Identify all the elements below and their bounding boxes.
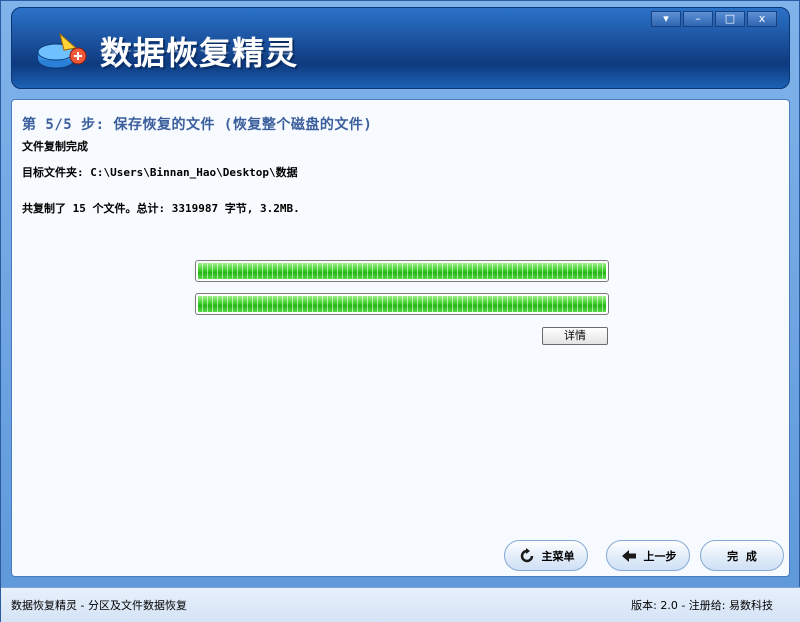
status-bar-version: 版本: 2.0 - 注册给: 易数科技 bbox=[631, 599, 773, 612]
previous-label: 上一步 bbox=[643, 549, 677, 563]
window-controls: ▾ – □ x bbox=[651, 11, 777, 27]
app-title-reflection: 数据恢复精灵 bbox=[100, 48, 298, 60]
progress-bar-overall bbox=[195, 293, 609, 315]
finish-label: 完 成 bbox=[727, 549, 757, 563]
status-text: 文件复制完成 bbox=[22, 140, 88, 153]
disk-recovery-logo-icon bbox=[37, 32, 87, 69]
previous-button[interactable]: 上一步 bbox=[606, 540, 690, 571]
main-panel: 第 5/5 步: 保存恢复的文件 (恢复整个磁盘的文件) 文件复制完成 目标文件… bbox=[11, 99, 790, 577]
progress-fill bbox=[198, 296, 606, 312]
maximize-button[interactable]: □ bbox=[715, 11, 745, 27]
close-button[interactable]: x bbox=[747, 11, 777, 27]
app-window: 数据恢复精灵 数据恢复精灵 ▾ – □ x 第 5/5 步: 保存恢复的文件 (… bbox=[0, 0, 800, 622]
finish-button[interactable]: 完 成 bbox=[700, 540, 784, 571]
main-menu-label: 主菜单 bbox=[541, 549, 575, 563]
summary-text: 共复制了 15 个文件。总计: 3319987 字节, 3.2MB. bbox=[22, 202, 300, 215]
minimize-button[interactable]: – bbox=[683, 11, 713, 27]
step-title: 第 5/5 步: 保存恢复的文件 (恢复整个磁盘的文件) bbox=[22, 117, 373, 133]
menu-dropdown-button[interactable]: ▾ bbox=[651, 11, 681, 27]
status-bar-app-info: 数据恢复精灵 - 分区及文件数据恢复 bbox=[11, 599, 187, 612]
refresh-icon bbox=[520, 547, 533, 562]
status-bar: 数据恢复精灵 - 分区及文件数据恢复 版本: 2.0 - 注册给: 易数科技 bbox=[1, 587, 800, 622]
target-folder-text: 目标文件夹: C:\Users\Binnan_Hao\Desktop\数据 bbox=[22, 166, 298, 179]
main-menu-button[interactable]: 主菜单 bbox=[504, 540, 588, 571]
details-button[interactable]: 详情 bbox=[542, 327, 608, 345]
arrow-left-icon bbox=[621, 549, 636, 562]
progress-bar-current bbox=[195, 260, 609, 282]
progress-fill bbox=[198, 263, 606, 279]
